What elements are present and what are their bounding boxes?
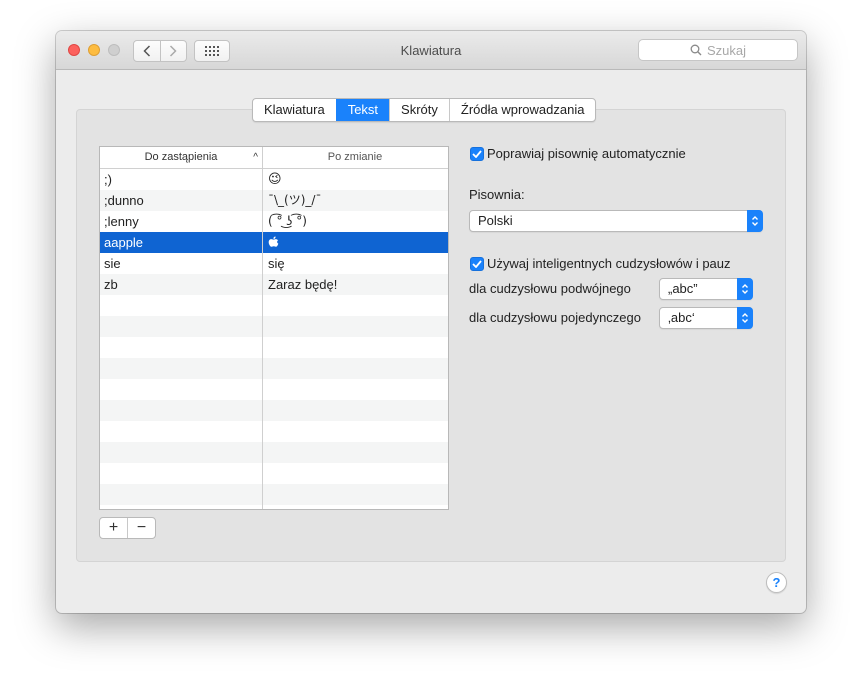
remove-button[interactable]: − [127, 518, 155, 538]
table-row[interactable]: ;lenny ( ͡° ͜ʖ ͡°) [100, 211, 448, 232]
search-field[interactable]: Szukaj [638, 39, 798, 61]
column-header-replace[interactable]: Do zastąpienia ^ [100, 147, 263, 168]
spelling-correct-checkbox[interactable] [470, 147, 484, 161]
empty-row [100, 484, 448, 505]
column-header-with[interactable]: Po zmianie [263, 147, 447, 168]
empty-row [100, 400, 448, 421]
single-quote-value: ‚abc‘ [668, 310, 695, 325]
preferences-window: Klawiatura Szukaj Klawiatura Tekst Skrót… [56, 31, 806, 613]
table-row[interactable]: ;) 😉 [100, 169, 448, 190]
double-quote-label: dla cudzysłowu podwójnego [469, 281, 631, 296]
updown-chevron-icon [737, 278, 753, 300]
title-bar: Klawiatura Szukaj [56, 31, 806, 70]
table-row-selected[interactable]: aapple [100, 232, 448, 253]
single-quote-select[interactable]: ‚abc‘ [659, 307, 753, 329]
apple-logo-icon [268, 236, 279, 247]
spelling-label: Pisownia: [469, 187, 525, 202]
add-button[interactable]: + [100, 518, 127, 538]
with-cell [263, 232, 447, 253]
smart-quotes-checkbox[interactable] [470, 257, 484, 271]
double-quote-select[interactable]: „abc” [659, 278, 753, 300]
empty-row [100, 295, 448, 316]
updown-chevron-icon [747, 210, 763, 232]
column-divider [262, 147, 263, 509]
table-rows: ;) 😉 ;dunno ¯\_(ツ)_/¯ ;lenny ( ͡° ͜ʖ ͡°)… [100, 169, 448, 509]
with-cell: ¯\_(ツ)_/¯ [268, 193, 322, 207]
empty-row [100, 379, 448, 400]
tab-input-sources[interactable]: Źródła wprowadzania [448, 99, 596, 121]
replace-cell: ;dunno [104, 193, 144, 208]
with-cell: się [268, 256, 285, 271]
checkmark-icon [472, 150, 482, 158]
with-cell: ( ͡° ͜ʖ ͡°) [268, 214, 307, 228]
search-icon [690, 44, 702, 56]
tab-keyboard[interactable]: Klawiatura [253, 99, 336, 121]
table-row[interactable]: ;dunno ¯\_(ツ)_/¯ [100, 190, 448, 211]
empty-row [100, 442, 448, 463]
smart-quotes-label[interactable]: Używaj inteligentnych cudzysłowów i pauz [487, 256, 731, 271]
spelling-correct-label[interactable]: Poprawiaj pisownię automatycznie [487, 146, 686, 161]
tab-shortcuts[interactable]: Skróty [389, 99, 449, 121]
checkmark-icon [472, 260, 482, 268]
add-remove-control: + − [99, 517, 156, 539]
tab-bar: Klawiatura Tekst Skróty Źródła wprowadza… [252, 98, 597, 122]
sort-ascending-icon: ^ [253, 152, 258, 163]
replace-cell: aapple [104, 235, 144, 250]
text-replacement-table[interactable]: Do zastąpienia ^ Po zmianie ;) 😉 ;dunno … [99, 146, 449, 510]
with-cell: Zaraz będę! [268, 277, 338, 292]
replace-cell: ;) [104, 172, 112, 187]
column-header-replace-label: Do zastąpienia [144, 151, 218, 163]
double-quote-value: „abc” [668, 281, 698, 296]
spelling-language-select[interactable]: Polski [469, 210, 763, 232]
empty-row [100, 358, 448, 379]
tab-text[interactable]: Tekst [335, 99, 390, 121]
replace-cell: zb [104, 277, 118, 292]
table-header: Do zastąpienia ^ Po zmianie [100, 147, 448, 169]
search-placeholder: Szukaj [706, 42, 747, 58]
updown-chevron-icon [737, 307, 753, 329]
with-cell: 😉 [268, 172, 282, 187]
empty-row [100, 421, 448, 442]
replace-cell: sie [104, 256, 121, 271]
help-button[interactable]: ? [766, 572, 787, 593]
empty-row [100, 463, 448, 484]
empty-row [100, 505, 448, 509]
empty-row [100, 337, 448, 358]
spelling-language-value: Polski [478, 213, 513, 228]
single-quote-label: dla cudzysłowu pojedynczego [469, 310, 641, 325]
replace-cell: ;lenny [104, 214, 139, 229]
empty-row [100, 316, 448, 337]
table-row[interactable]: zb Zaraz będę! [100, 274, 448, 295]
table-row[interactable]: sie się [100, 253, 448, 274]
